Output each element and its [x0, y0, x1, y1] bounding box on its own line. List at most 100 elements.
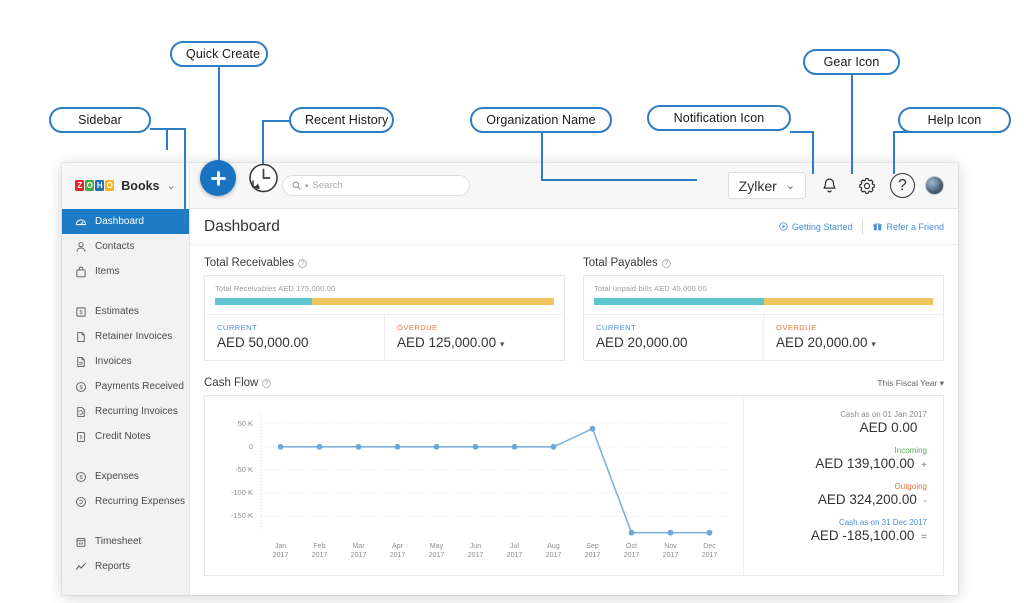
fiscal-year-selector[interactable]: This Fiscal Year ▾ [877, 378, 944, 389]
outgoing-amount: AED 324,200.00 [818, 492, 917, 507]
info-icon[interactable]: ? [662, 259, 671, 268]
sidebar-item-label: Recurring Invoices [95, 406, 178, 417]
receivables-bar-label: Total Receivables AED 175,000.00 [215, 284, 554, 293]
app-window: Z O H O Books ⌄ ▾ Search [62, 163, 958, 595]
sidebar-item-dashboard[interactable]: Dashboard [62, 209, 189, 234]
refer-a-friend-link[interactable]: Refer a Friend [873, 222, 944, 232]
receivables-title-label: Total Receivables [204, 257, 294, 269]
cashflow-data-point [395, 444, 401, 450]
search-input[interactable]: ▾ Search [282, 175, 470, 196]
sidebar-item-contacts[interactable]: Contacts [62, 234, 189, 259]
opening-cash-label: Cash as on 01 Jan 2017 [754, 410, 927, 419]
cashflow-data-point [278, 444, 284, 450]
brand-product-name: Books [121, 179, 159, 193]
chevron-down-icon[interactable]: ▾ [500, 339, 505, 349]
receivables-progress-bar [215, 298, 554, 305]
sidebar-item-expenses[interactable]: $ Expenses [62, 464, 189, 489]
cashflow-data-point [434, 444, 440, 450]
zoho-tile-h: H [95, 180, 104, 191]
search-scope-caret-icon[interactable]: ▾ [305, 182, 309, 190]
zoho-logo-tiles: Z O H O [75, 180, 114, 191]
sidebar-item-payments-received[interactable]: $ Payments Received [62, 374, 189, 399]
svg-text:$: $ [79, 310, 82, 316]
svg-text:$: $ [79, 385, 82, 391]
receivables-overdue: OVERDUE AED 125,000.00 ▾ [384, 315, 564, 360]
chevron-down-icon[interactable]: ⌄ [166, 179, 175, 192]
refer-a-friend-label: Refer a Friend [886, 222, 944, 232]
connector-sidebar-v2 [184, 128, 186, 226]
estimate-icon: $ [74, 305, 87, 318]
payables-title-label: Total Payables [583, 257, 658, 269]
x-axis-tick-label: Nov2017 [656, 542, 686, 560]
info-icon[interactable]: ? [262, 379, 271, 388]
sidebar-item-label: Items [95, 266, 119, 277]
gift-icon [873, 222, 882, 231]
receivables-kpis: CURRENT AED 50,000.00 OVERDUE AED 125,00… [205, 315, 564, 360]
x-axis-tick-label: Feb2017 [305, 542, 335, 560]
receivables-bar-block: Total Receivables AED 175,000.00 [205, 276, 564, 315]
sidebar-item-retainer-invoices[interactable]: Retainer Invoices [62, 324, 189, 349]
fiscal-year-label: This Fiscal Year [877, 378, 937, 388]
receivables-current-value: AED 50,000.00 [217, 335, 374, 350]
callout-help-icon: Help Icon [898, 107, 1011, 133]
sidebar-item-credit-notes[interactable]: $ Credit Notes [62, 424, 189, 449]
brand-logo[interactable]: Z O H O Books ⌄ [62, 163, 190, 209]
plus-icon [210, 170, 227, 187]
incoming-value: AED 139,100.00 + [754, 456, 927, 471]
chevron-down-icon[interactable]: ▾ [871, 339, 876, 349]
avatar[interactable] [925, 176, 944, 195]
x-axis-tick-label: Dec2017 [695, 542, 725, 560]
quick-create-button[interactable] [200, 160, 236, 196]
callout-sidebar: Sidebar [49, 107, 151, 133]
cashflow-data-point [512, 444, 518, 450]
sidebar-item-label: Timesheet [95, 536, 141, 547]
receivables-bar-overdue-segment [312, 298, 554, 305]
sidebar-item-invoices[interactable]: Invoices [62, 349, 189, 374]
x-axis-tick-label: Jan2017 [266, 542, 296, 560]
opening-cash-value: AED 0.00 [754, 420, 927, 435]
x-axis-tick-label: May2017 [422, 542, 452, 560]
notification-button[interactable] [816, 172, 843, 199]
getting-started-link[interactable]: Getting Started [779, 222, 853, 232]
organization-selector[interactable]: Zylker ⌄ [728, 172, 806, 199]
x-axis-tick-label: Jun2017 [461, 542, 491, 560]
payables-overdue-value[interactable]: AED 20,000.00 ▾ [776, 335, 933, 350]
payables-section: Total Payables ? Total unpaid bills AED … [583, 257, 944, 361]
recur-doc-icon [74, 405, 87, 418]
connector-notification-v [812, 131, 814, 174]
help-button[interactable]: ? [890, 173, 915, 198]
cashflow-chart[interactable]: 50 K0-50 K-100 K-150 KJan2017Feb2017Mar2… [205, 396, 743, 575]
page-header: Dashboard Getting Started [190, 209, 958, 245]
payables-overdue-amount: AED 20,000.00 [776, 335, 868, 350]
connector-help-v [893, 131, 895, 174]
connector-notification-h [790, 131, 814, 133]
y-axis-tick-label: -100 K [219, 488, 253, 497]
sidebar-divider [62, 284, 189, 299]
closing-cash-amount: AED -185,100.00 [811, 528, 915, 543]
sidebar-item-items[interactable]: Items [62, 259, 189, 284]
sidebar-item-reports[interactable]: Reports [62, 554, 189, 579]
sidebar-divider [62, 449, 189, 464]
clock-icon [244, 160, 280, 196]
sidebar-item-estimates[interactable]: $ Estimates [62, 299, 189, 324]
creditnote-icon: $ [74, 430, 87, 443]
sidebar-item-label: Credit Notes [95, 431, 151, 442]
receivables-overdue-value[interactable]: AED 125,000.00 ▾ [397, 335, 554, 350]
screenshot-root: Sidebar Quick Create Recent History Orga… [0, 0, 1024, 603]
sidebar-item-label: Contacts [95, 241, 134, 252]
info-icon[interactable]: ? [298, 259, 307, 268]
sidebar-item-timesheet[interactable]: Timesheet [62, 529, 189, 554]
play-icon [779, 222, 788, 231]
sidebar-item-recurring-invoices[interactable]: Recurring Invoices [62, 399, 189, 424]
sidebar-item-recurring-expenses[interactable]: Recurring Expenses [62, 489, 189, 514]
timesheet-icon [74, 535, 87, 548]
recent-history-button[interactable] [244, 160, 280, 196]
settings-button[interactable] [853, 172, 880, 199]
callout-quick-create: Quick Create [170, 41, 268, 67]
x-axis-tick-label: Apr2017 [383, 542, 413, 560]
cashflow-header: Cash Flow ? This Fiscal Year ▾ [204, 377, 944, 389]
receivables-current-label: CURRENT [217, 323, 374, 332]
gear-icon [858, 177, 876, 195]
svg-text:$: $ [79, 434, 82, 440]
y-axis-tick-label: -50 K [219, 465, 253, 474]
